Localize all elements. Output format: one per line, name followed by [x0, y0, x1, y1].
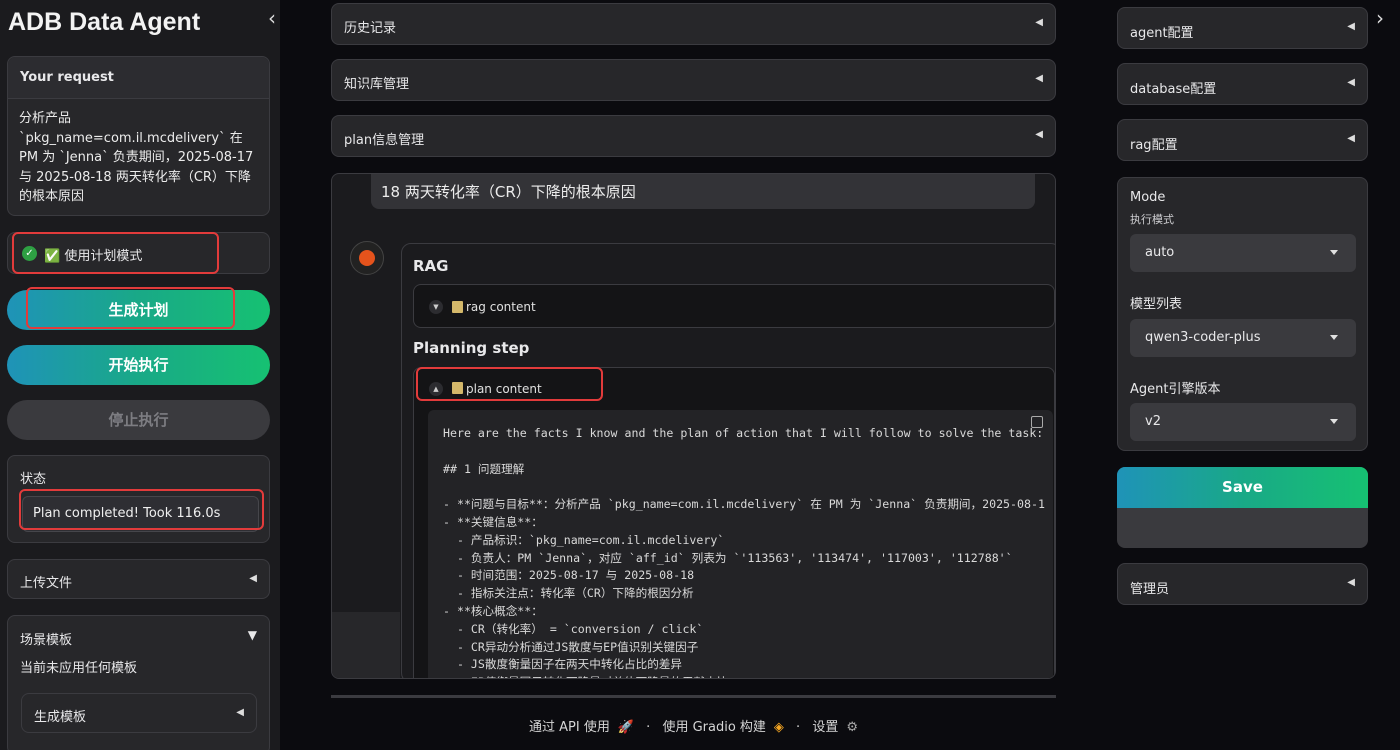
- plan-content-accordion[interactable]: ▲ plan content Here are the facts I know…: [413, 367, 1055, 678]
- scene-template-card: 场景模板 ▼ 当前未应用任何模板 生成模板 ◀: [7, 615, 270, 750]
- engine-version-label: Agent引擎版本: [1130, 382, 1221, 397]
- collapse-triangle-icon: ◀: [1347, 577, 1355, 588]
- gradio-logo-icon: ◈: [773, 720, 784, 735]
- generate-template-label: 生成模板: [34, 710, 87, 725]
- chevron-down-icon: [1330, 419, 1338, 424]
- chevron-up-icon[interactable]: ▲: [429, 382, 443, 396]
- copy-icon[interactable]: [1031, 416, 1043, 428]
- scene-title: 场景模板: [20, 633, 73, 648]
- plan-mode-label: ✅ 使用计划模式: [44, 249, 143, 264]
- start-execution-button[interactable]: 开始执行: [7, 345, 270, 385]
- collapse-triangle-icon: ◀: [1347, 133, 1355, 144]
- check-circle-icon[interactable]: ✓: [22, 246, 37, 261]
- scene-subtitle: 当前未应用任何模板: [20, 661, 138, 676]
- collapse-left-icon[interactable]: ‹: [262, 6, 282, 30]
- model-select[interactable]: qwen3-coder-plus: [1130, 319, 1356, 357]
- stop-execution-button[interactable]: 停止执行: [7, 400, 270, 440]
- plan-code-block: Here are the facts I know and the plan o…: [428, 410, 1053, 678]
- chevron-down-icon: [1330, 250, 1338, 255]
- document-icon: [452, 382, 463, 394]
- rag-content-label: rag content: [466, 300, 536, 314]
- rocket-icon: 🚀: [617, 720, 635, 735]
- database-config-label: database配置: [1130, 82, 1217, 97]
- collapse-triangle-icon: ◀: [1347, 77, 1355, 88]
- request-text: 分析产品 `pkg_name=com.il.mcdelivery` 在 PM 为…: [19, 111, 254, 204]
- request-card: Your request 分析产品 `pkg_name=com.il.mcdel…: [7, 56, 270, 216]
- model-value: qwen3-coder-plus: [1145, 330, 1261, 345]
- plan-info-label: plan信息管理: [344, 133, 425, 148]
- footer: 通过 API 使用 🚀 · 使用 Gradio 构建 ◈ · 设置 ⚙: [331, 716, 1056, 735]
- mode-label: Mode: [1130, 190, 1166, 205]
- status-card: 状态 Plan completed! Took 116.0s: [7, 455, 270, 543]
- mode-sublabel: 执行模式: [1130, 213, 1174, 226]
- chat-side-panel: [332, 612, 400, 678]
- agent-config-accordion[interactable]: agent配置 ◀: [1117, 7, 1368, 49]
- status-title: 状态: [20, 472, 47, 487]
- user-message: 18 两天转化率（CR）下降的根本原因: [371, 174, 1035, 209]
- app-title: ADB Data Agent: [8, 8, 201, 36]
- rag-heading: RAG: [413, 257, 449, 275]
- status-field[interactable]: Plan completed! Took 116.0s: [22, 496, 259, 532]
- chatbot-panel[interactable]: 18 两天转化率（CR）下降的根本原因 RAG ▼ rag content Pl…: [331, 173, 1056, 679]
- bot-avatar: [350, 241, 384, 275]
- plan-text: Here are the facts I know and the plan o…: [443, 426, 1045, 678]
- api-link[interactable]: 通过 API 使用: [529, 720, 610, 735]
- admin-accordion[interactable]: 管理员 ◀: [1117, 563, 1368, 605]
- save-card: Save: [1117, 467, 1368, 548]
- model-list-label: 模型列表: [1130, 297, 1183, 312]
- history-accordion[interactable]: 历史记录 ◀: [331, 3, 1056, 45]
- upload-label: 上传文件: [20, 576, 73, 591]
- plan-content-label: plan content: [466, 382, 542, 396]
- database-config-accordion[interactable]: database配置 ◀: [1117, 63, 1368, 105]
- save-button[interactable]: Save: [1117, 467, 1368, 508]
- engine-value: v2: [1145, 414, 1161, 429]
- expand-triangle-icon[interactable]: ▼: [248, 628, 257, 642]
- generate-plan-button[interactable]: 生成计划: [7, 290, 270, 330]
- collapse-triangle-icon: ◀: [249, 573, 257, 584]
- rag-content-accordion[interactable]: ▼ rag content: [413, 284, 1055, 328]
- planning-step-heading: Planning step: [413, 339, 530, 357]
- collapse-triangle-icon: ◀: [1347, 21, 1355, 32]
- gear-icon: ⚙: [846, 720, 858, 735]
- collapse-right-icon[interactable]: ›: [1370, 6, 1390, 30]
- engine-select[interactable]: v2: [1130, 403, 1356, 441]
- settings-link[interactable]: 设置: [812, 720, 838, 735]
- chevron-down-icon[interactable]: ▼: [429, 300, 443, 314]
- collapse-triangle-icon: ◀: [1035, 73, 1043, 84]
- knowledge-base-label: 知识库管理: [344, 77, 410, 92]
- settings-card: Mode 执行模式 auto 模型列表 qwen3-coder-plus Age…: [1117, 177, 1368, 451]
- footer-sep: ·: [796, 720, 801, 735]
- rag-config-accordion[interactable]: rag配置 ◀: [1117, 119, 1368, 161]
- mode-select[interactable]: auto: [1130, 234, 1356, 272]
- collapse-triangle-icon: ◀: [1035, 17, 1043, 28]
- request-title: Your request: [8, 57, 269, 99]
- mode-value: auto: [1145, 245, 1175, 260]
- admin-label: 管理员: [1130, 582, 1170, 597]
- footer-sep: ·: [646, 720, 651, 735]
- agent-config-label: agent配置: [1130, 26, 1194, 41]
- divider: [331, 695, 1056, 698]
- generate-template-accordion[interactable]: 生成模板 ◀: [21, 693, 257, 733]
- plan-info-accordion[interactable]: plan信息管理 ◀: [331, 115, 1056, 157]
- rag-config-label: rag配置: [1130, 138, 1178, 153]
- logo-icon: [359, 250, 375, 266]
- chevron-down-icon: [1330, 335, 1338, 340]
- bot-message: RAG ▼ rag content Planning step ▲ plan c…: [401, 243, 1055, 678]
- gradio-link[interactable]: 使用 Gradio 构建: [662, 720, 765, 735]
- knowledge-base-accordion[interactable]: 知识库管理 ◀: [331, 59, 1056, 101]
- document-icon: [452, 301, 463, 313]
- plan-mode-checkbox[interactable]: ✓ ✅ 使用计划模式: [7, 232, 270, 274]
- collapse-triangle-icon: ◀: [236, 707, 244, 718]
- upload-file-accordion[interactable]: 上传文件 ◀: [7, 559, 270, 599]
- collapse-triangle-icon: ◀: [1035, 129, 1043, 140]
- history-label: 历史记录: [344, 21, 397, 36]
